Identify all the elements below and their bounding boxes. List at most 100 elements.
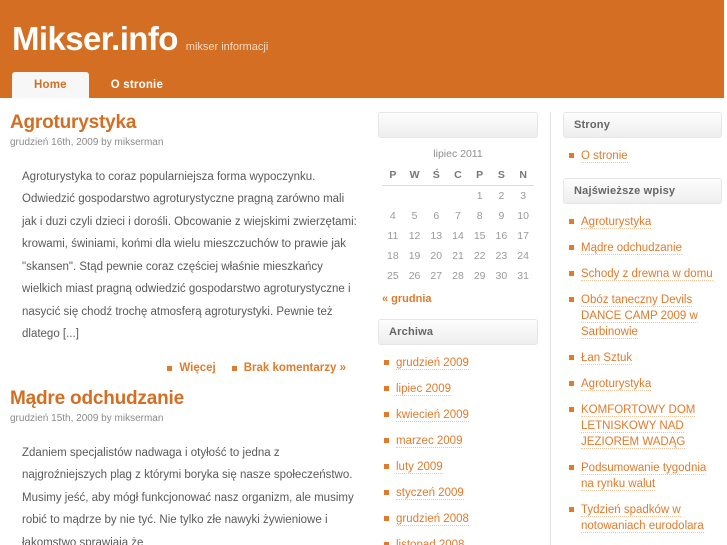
widget-pages-title: Strony <box>574 119 611 131</box>
calendar-day: 4 <box>389 210 396 222</box>
nav-tab-home-label: Home <box>34 79 67 91</box>
calendar-day: 10 <box>517 210 529 222</box>
calendar-weekday: N <box>512 166 534 186</box>
calendar-day <box>404 186 426 207</box>
calendar-day: 5 <box>411 210 418 222</box>
calendar-day: 22 <box>473 250 486 262</box>
archive-link[interactable]: lipiec 2009 <box>396 383 451 396</box>
calendar-day: 26 <box>408 270 421 282</box>
calendar-week-row: 1 2 3 <box>382 186 534 207</box>
nav-tab-home[interactable]: Home <box>12 72 89 98</box>
archives-list: grudzień 2009 lipiec 2009 kwiecień 2009 … <box>382 355 534 545</box>
main-layout: Agroturystyka grudzień 16th, 2009 by mik… <box>0 98 727 545</box>
calendar-day: 13 <box>430 230 443 242</box>
calendar-day <box>447 186 469 207</box>
calendar-day: 16 <box>495 230 508 242</box>
calendar-day: 7 <box>455 210 461 222</box>
calendar-day: 9 <box>498 210 505 222</box>
recent-post-link[interactable]: Tydzień spadków w notowaniach eurodolara <box>581 504 704 533</box>
calendar-week-row: 11 12 13 14 15 16 17 <box>382 226 534 246</box>
post-title[interactable]: Mądre odchudzanie <box>10 388 364 410</box>
branding: Mikser.info mikser informacji <box>12 22 268 55</box>
archive-link[interactable]: marzec 2009 <box>396 435 463 448</box>
calendar-day: 27 <box>430 270 443 282</box>
list-item: Schody z drewna w domu <box>567 266 718 282</box>
widget-recent-posts: Najświeższe wpisy Agroturystyka Mądre od… <box>563 178 722 545</box>
sidebar-middle: lipiec 2011 P W Ś C P S N 1 2 3 4 5 6 7 … <box>378 112 550 545</box>
post-madre-odchudzanie: Mądre odchudzanie grudzień 15th, 2009 by… <box>10 388 364 545</box>
sidebar-right: Strony O stronie Najświeższe wpisy Agrot… <box>550 112 722 545</box>
list-item: Obóz taneczny Devils DANCE CAMP 2009 w S… <box>567 292 718 340</box>
recent-post-link[interactable]: Podsumowanie tygodnia na rynku walut <box>581 462 707 491</box>
comments-link[interactable]: Brak komentarzy » <box>231 362 346 374</box>
post-title[interactable]: Agroturystyka <box>10 112 364 134</box>
calendar-weekday: W <box>403 166 426 186</box>
calendar-day: 15 <box>473 230 486 242</box>
archive-link[interactable]: grudzień 2008 <box>396 513 469 526</box>
list-item: kwiecień 2009 <box>382 407 534 423</box>
recent-post-link[interactable]: Obóz taneczny Devils DANCE CAMP 2009 w S… <box>581 294 698 339</box>
recent-post-link[interactable]: Agroturystyka <box>581 378 652 391</box>
primary-nav: Home O stronie <box>12 72 185 98</box>
widget-archives-body: grudzień 2009 lipiec 2009 kwiecień 2009 … <box>378 345 538 545</box>
calendar-weekday-row: P W Ś C P S N <box>382 166 534 186</box>
list-item: marzec 2009 <box>382 433 534 449</box>
calendar-day: 25 <box>387 270 399 282</box>
recent-post-link[interactable]: Agroturystyka <box>581 216 652 229</box>
archive-link[interactable]: luty 2009 <box>396 461 443 474</box>
calendar-day: 2 <box>498 190 505 202</box>
recent-posts-list: Agroturystyka Mądre odchudzanie Schody z… <box>567 214 718 545</box>
calendar-day: 24 <box>517 250 529 262</box>
calendar-prev-month-link[interactable]: « grudnia <box>382 293 534 305</box>
widget-calendar: lipiec 2011 P W Ś C P S N 1 2 3 4 5 6 7 … <box>378 112 538 305</box>
content-column: Agroturystyka grudzień 16th, 2009 by mik… <box>0 112 378 545</box>
site-title[interactable]: Mikser.info <box>12 22 178 55</box>
widget-archives-title: Archiwa <box>389 326 434 338</box>
post-meta: grudzień 15th, 2009 by mikserman <box>10 412 164 424</box>
calendar-weekday: P <box>382 166 404 186</box>
widget-archives: Archiwa grudzień 2009 lipiec 2009 kwieci… <box>378 319 538 545</box>
list-item: O stronie <box>567 148 718 164</box>
calendar-day: 21 <box>452 250 464 262</box>
calendar-day: 14 <box>452 230 464 242</box>
list-item: styczeń 2009 <box>382 485 534 501</box>
calendar-day <box>425 186 447 207</box>
recent-post-link[interactable]: Mądre odchudzanie <box>581 242 683 255</box>
calendar-day: 8 <box>476 210 483 222</box>
calendar-day: 29 <box>473 270 486 282</box>
widget-recent-posts-title: Najświeższe wpisy <box>574 185 676 197</box>
recent-post-link[interactable]: Schody z drewna w domu <box>581 268 713 281</box>
list-item: listopad 2008 <box>382 537 534 545</box>
recent-post-link[interactable]: Łan Sztuk <box>581 352 633 365</box>
page-link[interactable]: O stronie <box>581 150 628 163</box>
calendar-day: 23 <box>495 250 508 262</box>
calendar-day: 17 <box>517 230 529 242</box>
list-item: lipiec 2009 <box>382 381 534 397</box>
list-item: Łan Sztuk <box>567 350 718 366</box>
post-agroturystyka: Agroturystyka grudzień 16th, 2009 by mik… <box>10 112 364 374</box>
calendar-week-row: 18 19 20 21 22 23 24 <box>382 246 534 266</box>
widget-calendar-body: lipiec 2011 P W Ś C P S N 1 2 3 4 5 6 7 … <box>378 138 538 305</box>
nav-tab-o-stronie-label: O stronie <box>110 79 164 91</box>
archive-link[interactable]: grudzień 2009 <box>396 357 469 370</box>
page-root: Mikser.info mikser informacji Home O str… <box>0 0 727 545</box>
calendar-day: 19 <box>408 250 421 262</box>
post-actions: Więcej Brak komentarzy » <box>10 362 364 374</box>
calendar-day: 6 <box>433 210 440 222</box>
post-meta: grudzień 16th, 2009 by mikserman <box>10 136 164 148</box>
list-item: Mądre odchudzanie <box>567 240 718 256</box>
archive-link[interactable]: listopad 2008 <box>396 539 465 545</box>
pages-list: O stronie <box>567 148 718 164</box>
calendar-weekday: P <box>468 166 491 186</box>
read-more-link[interactable]: Więcej <box>167 362 216 374</box>
widget-pages-body: O stronie <box>563 138 722 164</box>
recent-post-link[interactable]: KOMFORTOWY DOM LETNISKOWY NAD JEZIOREM W… <box>581 404 696 449</box>
widget-recent-posts-body: Agroturystyka Mądre odchudzanie Schody z… <box>563 204 722 545</box>
nav-tab-o-stronie[interactable]: O stronie <box>89 72 185 98</box>
calendar-day: 20 <box>430 250 443 262</box>
widget-archives-header: Archiwa <box>378 319 538 345</box>
archive-link[interactable]: styczeń 2009 <box>396 487 464 500</box>
calendar-weekday: C <box>447 166 469 186</box>
calendar-day: 30 <box>495 270 508 282</box>
archive-link[interactable]: kwiecień 2009 <box>396 409 469 422</box>
